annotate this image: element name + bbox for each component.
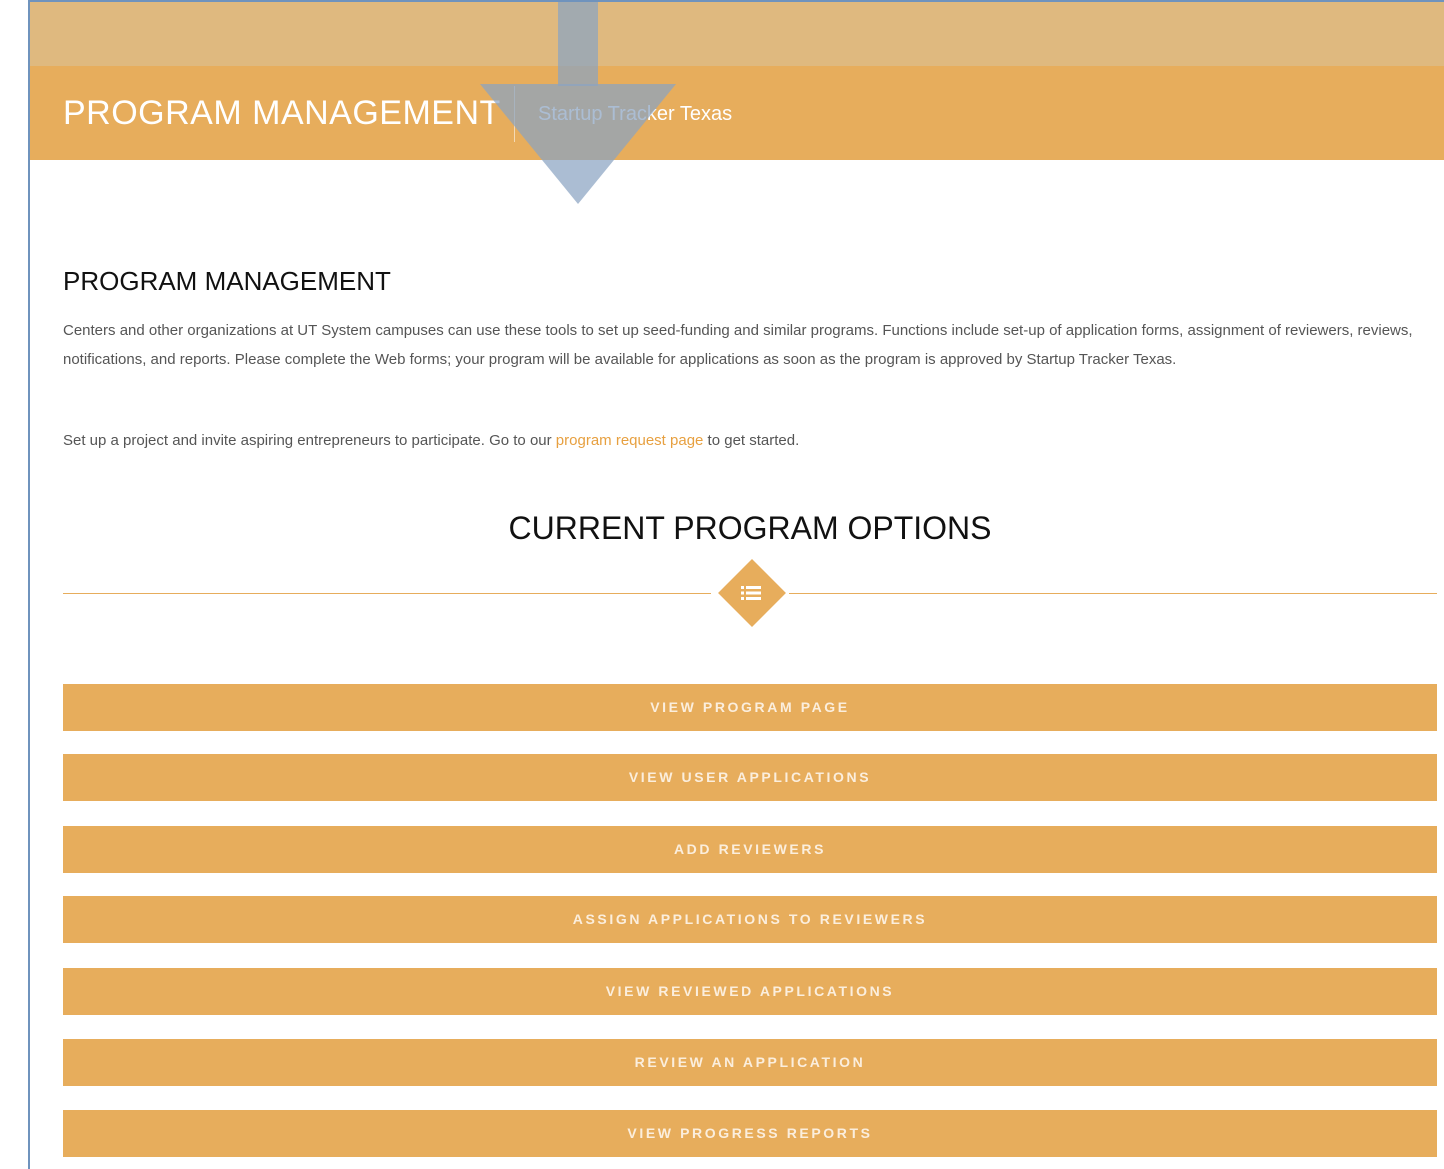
list-icon: [741, 586, 761, 600]
view-user-applications-button[interactable]: VIEW USER APPLICATIONS: [63, 754, 1437, 801]
header-subtitle: Startup Tracker Texas: [538, 103, 733, 125]
assign-applications-button[interactable]: ASSIGN APPLICATIONS TO REVIEWERS: [63, 896, 1437, 943]
header-divider: [514, 86, 515, 142]
view-program-page-button[interactable]: VIEW PROGRAM PAGE: [63, 684, 1437, 731]
intro-paragraph: Centers and other organizations at UT Sy…: [63, 322, 1413, 368]
cta-text-after: to get started.: [703, 432, 800, 449]
section-title: PROGRAM MANAGEMENT: [63, 266, 391, 296]
view-reviewed-applications-button[interactable]: VIEW REVIEWED APPLICATIONS: [63, 968, 1437, 1015]
header-title: PROGRAM MANAGEMENT: [63, 94, 501, 132]
cta-text-before: Set up a project and invite aspiring ent…: [63, 432, 556, 449]
divider-line-left: [63, 593, 711, 594]
top-strip: [30, 2, 1444, 66]
divider-line-right: [789, 593, 1437, 594]
options-heading: CURRENT PROGRAM OPTIONS: [508, 510, 992, 546]
program-request-link[interactable]: program request page: [556, 432, 704, 449]
view-progress-reports-button[interactable]: VIEW PROGRESS REPORTS: [63, 1110, 1437, 1157]
review-application-button[interactable]: REVIEW AN APPLICATION: [63, 1039, 1437, 1086]
browser-frame: PROGRAM MANAGEMENT Startup Tracker Texas…: [28, 0, 1444, 1169]
cta-paragraph: Set up a project and invite aspiring ent…: [63, 426, 1441, 455]
add-reviewers-button[interactable]: ADD REVIEWERS: [63, 826, 1437, 873]
